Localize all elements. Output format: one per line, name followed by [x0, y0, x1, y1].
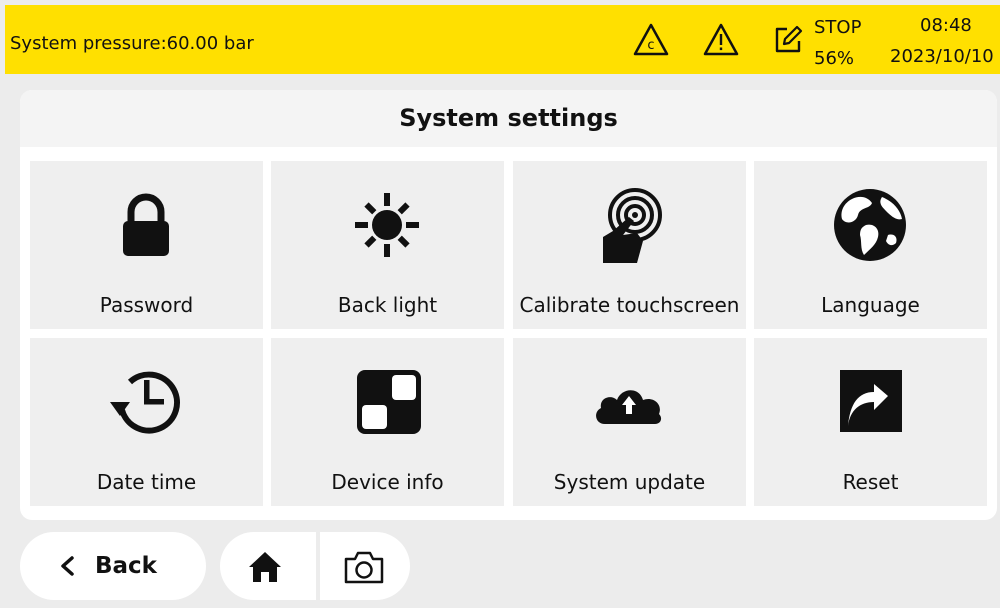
settings-panel: System settings Password Back light Cali…: [20, 90, 997, 520]
device-info-icon: [347, 362, 427, 442]
touch-target-icon: [589, 185, 669, 265]
camera-button[interactable]: [320, 532, 410, 600]
calibration-warning-icon[interactable]: c: [632, 21, 670, 59]
home-button[interactable]: [220, 532, 316, 600]
back-button-label: Back: [95, 553, 157, 579]
tile-calibrate-touchscreen[interactable]: Calibrate touchscreen: [513, 161, 746, 329]
tile-label: Date time: [96, 470, 197, 494]
home-icon: [247, 549, 283, 585]
brightness-icon: [347, 185, 427, 265]
globe-icon: [830, 185, 910, 265]
tile-label: Language: [821, 293, 920, 317]
tile-label: System update: [553, 470, 706, 494]
tile-label: Password: [99, 293, 194, 317]
cloud-upload-icon: [589, 362, 669, 442]
back-button[interactable]: Back: [20, 532, 206, 600]
run-percent-label: 56%: [814, 48, 855, 69]
reset-arrow-icon: [830, 362, 910, 442]
run-state-label: STOP: [814, 17, 862, 38]
system-pressure-text: System pressure:60.00 bar: [10, 33, 254, 54]
camera-icon: [342, 549, 386, 585]
tile-password[interactable]: Password: [30, 161, 263, 329]
tile-date-time[interactable]: Date time: [30, 338, 263, 506]
tile-label: Back light: [337, 293, 438, 317]
page-title: System settings: [20, 90, 997, 147]
chevron-left-icon: [60, 556, 74, 576]
edit-icon[interactable]: [771, 23, 805, 57]
tile-system-update[interactable]: System update: [513, 338, 746, 506]
svg-text:c: c: [647, 38, 654, 53]
tile-label: Reset: [842, 470, 899, 494]
warning-icon[interactable]: [702, 21, 740, 59]
tile-language[interactable]: Language: [754, 161, 987, 329]
tile-label: Calibrate touchscreen: [519, 293, 740, 317]
tile-reset[interactable]: Reset: [754, 338, 987, 506]
clock-date: 2023/10/10: [890, 46, 994, 67]
history-clock-icon: [106, 362, 186, 442]
tile-back-light[interactable]: Back light: [271, 161, 504, 329]
lock-icon: [106, 185, 186, 265]
tile-device-info[interactable]: Device info: [271, 338, 504, 506]
tile-label: Device info: [331, 470, 444, 494]
status-bar: System pressure:60.00 bar c STOP 56% 08:…: [5, 5, 1000, 74]
clock-time: 08:48: [920, 15, 972, 36]
